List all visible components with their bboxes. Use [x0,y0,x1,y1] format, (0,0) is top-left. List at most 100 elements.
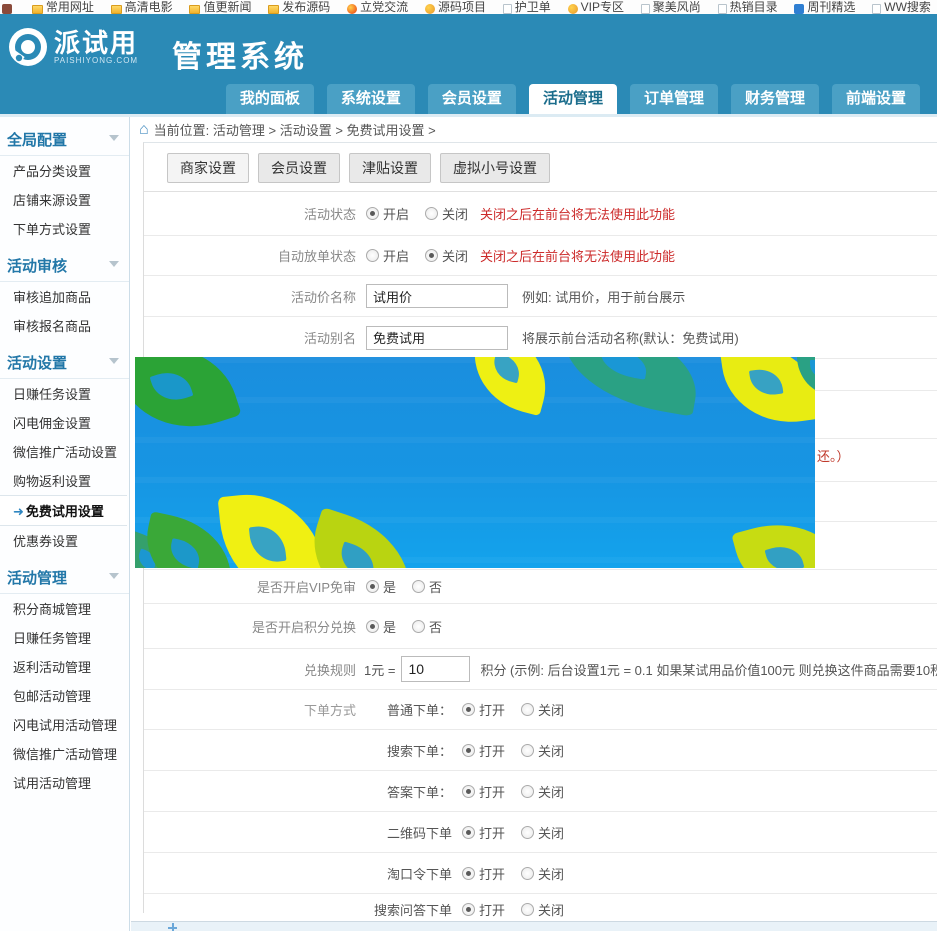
bookmark-item[interactable]: 聚美风尚 [641,1,701,14]
tab-商家设置[interactable]: 商家设置 [167,153,249,183]
sidebar-section-title[interactable]: 全局配置 [0,125,129,156]
bookmark-item[interactable]: 热销目录 [718,1,778,14]
text-input-活动别名[interactable] [366,326,508,350]
sidebar-item-闪电试用活动管理[interactable]: 闪电试用活动管理 [0,710,129,739]
radio-option-打开[interactable]: 打开 [462,900,505,919]
bookmark-item[interactable]: VIP专区 [568,1,624,14]
sidebar-item-审核报名商品[interactable]: 审核报名商品 [0,311,129,340]
nav-tab-订单管理[interactable]: 订单管理 [630,84,718,114]
radio-option-否[interactable]: 否 [412,617,442,636]
radio-group: 打开关闭 [462,900,564,919]
sidebar-item-日赚任务管理[interactable]: 日赚任务管理 [0,623,129,652]
sidebar-section-title[interactable]: 活动审核 [0,251,129,282]
logo-circle-icon [8,27,48,67]
sidebar-item-店铺来源设置[interactable]: 店铺来源设置 [0,185,129,214]
radio-option-关闭[interactable]: 关闭 [521,741,564,760]
sidebar-item-微信推广活动设置[interactable]: 微信推广活动设置 [0,437,129,466]
logo[interactable]: 派试用 PAISHIYONG.COM [8,27,138,67]
form-row: 下单方式普通下单：打开关闭 [144,690,937,730]
radio-option-是[interactable]: 是 [366,577,396,596]
bookmark-item[interactable]: 发布源码 [268,1,330,14]
bookmark-item[interactable]: WW搜索 [872,1,931,14]
field-sublabel: 普通下单： [360,700,452,719]
sidebar-item-产品分类设置[interactable]: 产品分类设置 [0,156,129,185]
radio-icon[interactable] [462,785,475,798]
bookmark-item[interactable]: 立党交流 [347,1,408,14]
bookmark-item[interactable]: 护卫单 [503,1,551,14]
radio-icon[interactable] [412,620,425,633]
radio-icon[interactable] [425,249,438,262]
bookmark-item[interactable]: 周刊精选 [794,1,855,14]
nav-tab-系统设置[interactable]: 系统设置 [327,84,415,114]
radio-icon[interactable] [521,744,534,757]
firefox-icon [347,4,357,14]
radio-option-打开[interactable]: 打开 [462,864,505,883]
sidebar-item-闪电佣金设置[interactable]: 闪电佣金设置 [0,408,129,437]
radio-option-关闭[interactable]: 关闭 [425,246,468,265]
nav-tab-前端设置[interactable]: 前端设置 [832,84,920,114]
sidebar-item-日赚任务设置[interactable]: 日赚任务设置 [0,379,129,408]
radio-icon[interactable] [521,785,534,798]
nav-tab-财务管理[interactable]: 财务管理 [731,84,819,114]
radio-option-关闭[interactable]: 关闭 [521,700,564,719]
bookmark-item[interactable] [2,1,15,14]
radio-icon[interactable] [366,580,379,593]
radio-icon[interactable] [412,580,425,593]
radio-option-开启[interactable]: 开启 [366,246,409,265]
text-input-活动价名称[interactable] [366,284,508,308]
nav-tab-会员设置[interactable]: 会员设置 [428,84,516,114]
radio-icon[interactable] [521,903,534,916]
sidebar-section-title[interactable]: 活动设置 [0,348,129,379]
sidebar-item-微信推广活动管理[interactable]: 微信推广活动管理 [0,739,129,768]
sidebar-item-试用活动管理[interactable]: 试用活动管理 [0,768,129,797]
tab-虚拟小号设置[interactable]: 虚拟小号设置 [440,153,550,183]
bookmark-item[interactable]: 值更新闻 [189,1,251,14]
field-warning-note: 关闭之后在前台将无法使用此功能 [480,204,675,223]
tab-津贴设置[interactable]: 津贴设置 [349,153,431,183]
radio-option-开启[interactable]: 开启 [366,204,409,223]
sidebar-item-下单方式设置[interactable]: 下单方式设置 [0,214,129,243]
radio-option-打开[interactable]: 打开 [462,741,505,760]
radio-icon[interactable] [425,207,438,220]
plus-icon[interactable] [168,923,177,931]
radio-icon[interactable] [366,620,379,633]
radio-option-打开[interactable]: 打开 [462,700,505,719]
sidebar-item-包邮活动管理[interactable]: 包邮活动管理 [0,681,129,710]
radio-option-否[interactable]: 否 [412,577,442,596]
radio-option-打开[interactable]: 打开 [462,823,505,842]
radio-option-关闭[interactable]: 关闭 [521,823,564,842]
sidebar-item-免费试用设置[interactable]: ➜免费试用设置 [0,495,127,526]
nav-tab-活动管理[interactable]: 活动管理 [529,84,617,114]
bookmark-item[interactable]: 源码项目 [425,1,486,14]
sidebar-item-积分商城管理[interactable]: 积分商城管理 [0,594,129,623]
radio-icon[interactable] [521,703,534,716]
sidebar-item-购物返利设置[interactable]: 购物返利设置 [0,466,129,495]
radio-option-关闭[interactable]: 关闭 [521,782,564,801]
nav-tab-我的面板[interactable]: 我的面板 [226,84,314,114]
radio-option-关闭[interactable]: 关闭 [425,204,468,223]
radio-label: 关闭 [442,204,468,223]
radio-option-打开[interactable]: 打开 [462,782,505,801]
radio-icon[interactable] [366,249,379,262]
tab-会员设置[interactable]: 会员设置 [258,153,340,183]
radio-icon[interactable] [462,903,475,916]
radio-icon[interactable] [462,826,475,839]
radio-option-关闭[interactable]: 关闭 [521,900,564,919]
exchange-rate-input[interactable] [401,656,470,682]
radio-option-是[interactable]: 是 [366,617,396,636]
radio-icon[interactable] [521,867,534,880]
radio-icon[interactable] [462,867,475,880]
sidebar-item-label: 微信推广活动管理 [13,747,117,762]
sidebar-item-审核追加商品[interactable]: 审核追加商品 [0,282,129,311]
radio-icon[interactable] [521,826,534,839]
radio-icon[interactable] [462,703,475,716]
radio-icon[interactable] [462,744,475,757]
sidebar-item-优惠券设置[interactable]: 优惠券设置 [0,526,129,555]
bookmark-item[interactable]: 常用网址 [32,1,94,14]
sidebar-item-返利活动管理[interactable]: 返利活动管理 [0,652,129,681]
selected-arrow-icon: ➜ [13,504,24,519]
radio-icon[interactable] [366,207,379,220]
bookmark-item[interactable]: 高清电影 [111,1,173,14]
sidebar-section-title[interactable]: 活动管理 [0,563,129,594]
radio-option-关闭[interactable]: 关闭 [521,864,564,883]
